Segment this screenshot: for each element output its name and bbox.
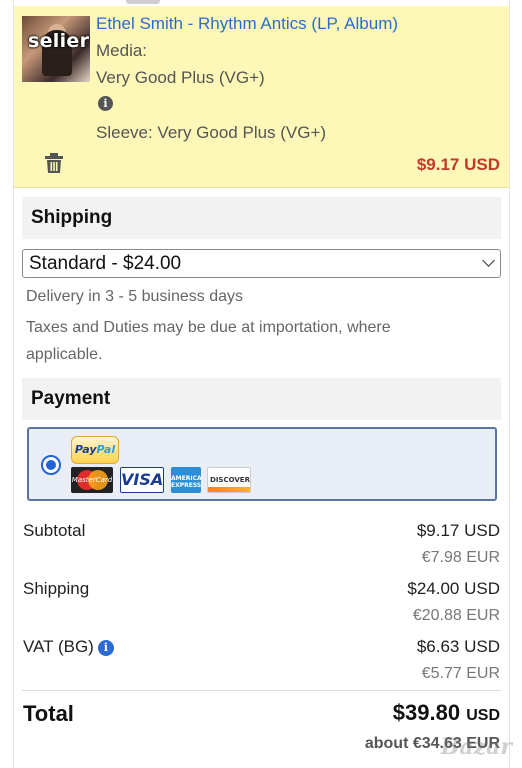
- media-label: Media:: [96, 41, 148, 60]
- delivery-estimate: Delivery in 3 - 5 business days: [26, 288, 243, 305]
- shipping-selected-value: Standard - $24.00: [29, 253, 182, 274]
- vat-usd: $6.63 USD: [416, 637, 500, 656]
- taxes-note-line-1: Taxes and Duties may be due at importati…: [26, 319, 391, 336]
- payment-heading: Payment: [22, 378, 501, 420]
- subtotal-label: Subtotal: [23, 521, 86, 540]
- seller-tag: selier: [28, 30, 90, 52]
- amex-logo: AMERICAN EXPRESS: [171, 467, 201, 493]
- taxes-note-line-2: applicable.: [26, 346, 103, 363]
- total-label: Total: [23, 701, 74, 726]
- payment-option-paypal[interactable]: PayPal MasterCard VISA AMERICAN EXPRESS …: [27, 427, 497, 501]
- chevron-down-icon: [482, 254, 495, 267]
- total-usd: $39.80 USD: [392, 700, 500, 725]
- album-cover-image[interactable]: selier: [22, 16, 90, 82]
- vat-info-icon[interactable]: i: [97, 640, 114, 656]
- shipping-cost-label: Shipping: [23, 579, 90, 598]
- trash-icon[interactable]: [45, 153, 63, 173]
- paypal-logo: PayPal: [71, 436, 119, 464]
- cart-item-card: selier Ethel Smith - Rhythm Antics (LP, …: [14, 6, 509, 188]
- vat-label: VAT (BG) i: [23, 637, 114, 657]
- media-condition: Very Good Plus (VG+): [96, 68, 265, 87]
- sleeve-condition: Sleeve: Very Good Plus (VG+): [96, 123, 327, 142]
- shipping-cost-usd: $24.00 USD: [407, 579, 500, 598]
- subtotal-eur: €7.98 EUR: [421, 549, 500, 566]
- visa-logo: VISA: [120, 467, 164, 493]
- discover-logo: DISCOVER: [207, 467, 251, 493]
- summary-divider: [22, 690, 501, 691]
- payment-radio-button[interactable]: [41, 455, 61, 475]
- item-price: $9.17 USD: [416, 155, 500, 174]
- shipping-cost-eur: €20.88 EUR: [412, 607, 500, 624]
- vat-eur: €5.77 EUR: [421, 665, 500, 682]
- mastercard-logo: MasterCard: [71, 467, 113, 493]
- item-title-link[interactable]: Ethel Smith - Rhythm Antics (LP, Album): [96, 14, 398, 34]
- watermark-logo: Bazar: [440, 734, 512, 760]
- shipping-heading: Shipping: [22, 197, 501, 239]
- top-tab-handle: [126, 0, 160, 4]
- shipping-method-select[interactable]: Standard - $24.00: [22, 249, 501, 278]
- subtotal-usd: $9.17 USD: [416, 521, 500, 540]
- info-icon[interactable]: i: [98, 96, 113, 111]
